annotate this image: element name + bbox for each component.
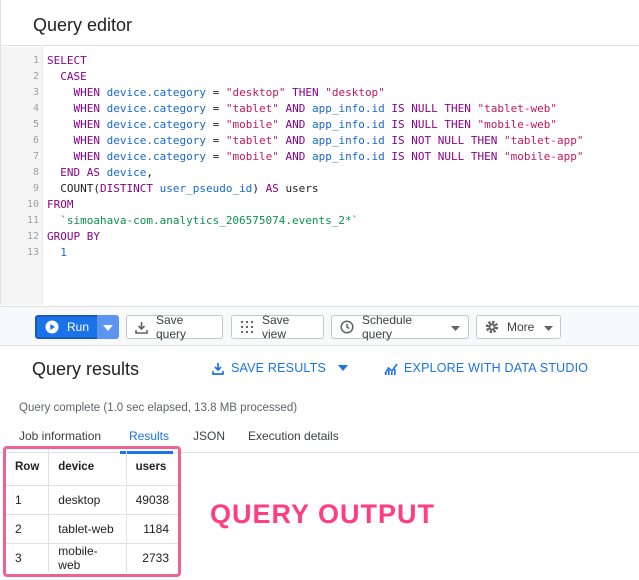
tab-execution-details[interactable]: Execution details xyxy=(248,429,339,443)
code-text: 1 xyxy=(60,246,67,259)
line-number: 12 xyxy=(26,231,39,242)
code-text: FROM xyxy=(47,198,74,211)
schedule-query-label: Schedule query xyxy=(362,313,413,341)
line-number: 5 xyxy=(32,119,39,130)
column-header-device: device xyxy=(48,449,127,486)
caret-down-icon xyxy=(103,320,113,334)
chart-icon xyxy=(384,362,398,375)
results-table: Row device users 1 desktop 49038 2 table… xyxy=(6,449,178,572)
line-number: 7 xyxy=(32,151,39,162)
table-row: 3 mobile-web 2733 xyxy=(6,543,178,572)
play-icon xyxy=(45,320,59,334)
code-text: SELECT xyxy=(47,54,87,67)
line-number: 10 xyxy=(26,199,39,210)
row-number-cell: 1 xyxy=(6,485,50,515)
line-number: 9 xyxy=(32,183,39,194)
caret-down-icon xyxy=(338,365,349,371)
row-number-cell: 2 xyxy=(6,514,50,544)
users-cell: 1184 xyxy=(126,514,178,544)
code-line: 9 COUNT(DISTINCT user_pseudo_id) AS user… xyxy=(1,181,639,197)
column-header-row: Row xyxy=(6,449,50,486)
code-editor[interactable]: 1 SELECT 2 CASE 3 WHEN device.category = "d… xyxy=(1,47,639,305)
editor-toolbar: Run Save query Save view Schedule query … xyxy=(0,306,639,346)
line-number: 2 xyxy=(32,71,39,82)
code-text: WHEN device.category = "tablet" AND app_… xyxy=(73,102,558,115)
schedule-query-button[interactable]: Schedule query xyxy=(331,313,469,341)
table-row: 1 desktop 49038 xyxy=(6,485,178,515)
code-line: 8 END AS device, xyxy=(1,165,639,181)
save-results-button[interactable]: SAVE RESULTS xyxy=(212,361,349,375)
code-line: 13 1 xyxy=(1,245,639,261)
editor-title: Query editor xyxy=(33,15,133,35)
clock-icon xyxy=(340,320,354,334)
line-number: 1 xyxy=(32,55,39,66)
results-header: Query results SAVE RESULTS EXPLORE WITH … xyxy=(0,347,639,391)
grid-view-icon xyxy=(240,320,254,334)
tab-json[interactable]: JSON xyxy=(193,429,225,443)
code-line: 5 WHEN device.category = "mobile" AND ap… xyxy=(1,117,639,133)
download-icon xyxy=(212,362,224,375)
table-row: 2 tablet-web 1184 xyxy=(6,514,178,544)
run-button[interactable]: Run xyxy=(35,315,99,339)
caret-down-icon xyxy=(451,320,460,334)
save-query-button[interactable]: Save query xyxy=(126,313,223,341)
code-line: 11 `simoahava-com.analytics_206575074.ev… xyxy=(1,213,639,229)
run-options-dropdown[interactable] xyxy=(97,315,119,339)
query-editor-panel: Query editor 1 SELECT 2 CASE 3 WHEN device.… xyxy=(0,0,639,305)
editor-title-bar: Query editor xyxy=(1,0,639,46)
code-text: WHEN device.category = "tablet" AND app_… xyxy=(73,134,584,147)
code-text: GROUP BY xyxy=(47,230,100,243)
query-status: Query complete (1.0 sec elapsed, 13.8 MB… xyxy=(19,402,298,414)
explore-label: EXPLORE WITH DATA STUDIO xyxy=(404,361,589,375)
device-cell: tablet-web xyxy=(48,514,127,544)
code-text: END AS device, xyxy=(60,166,153,179)
results-title: Query results xyxy=(32,359,140,379)
device-cell: desktop xyxy=(48,485,127,515)
code-line: 10 FROM xyxy=(1,197,639,213)
code-text: WHEN device.category = "desktop" THEN "d… xyxy=(73,86,385,99)
line-number: 4 xyxy=(32,103,39,114)
column-header-users: users xyxy=(126,449,178,486)
more-label: More xyxy=(507,320,535,334)
code-text: `simoahava-com.analytics_206575074.event… xyxy=(60,214,359,227)
users-cell: 49038 xyxy=(126,485,178,515)
code-text: WHEN device.category = "mobile" AND app_… xyxy=(73,150,584,163)
line-number: 13 xyxy=(26,247,39,258)
query-output-annotation: QUERY OUTPUT xyxy=(210,499,436,529)
more-button[interactable]: More xyxy=(476,315,561,339)
code-line: 1 SELECT xyxy=(1,53,639,69)
gear-icon xyxy=(485,320,499,334)
table-header-row: Row device users xyxy=(6,449,178,486)
row-number-cell: 3 xyxy=(6,543,50,572)
download-icon xyxy=(135,321,148,334)
code-line: 2 CASE xyxy=(1,69,639,85)
line-number: 11 xyxy=(26,215,39,226)
code-line: 6 WHEN device.category = "tablet" AND ap… xyxy=(1,133,639,149)
line-number: 8 xyxy=(32,167,39,178)
tab-job-information[interactable]: Job information xyxy=(19,429,101,443)
device-cell: mobile-web xyxy=(48,543,127,572)
run-label: Run xyxy=(67,320,90,334)
caret-down-icon xyxy=(544,320,554,334)
results-panel: Query complete (1.0 sec elapsed, 13.8 MB… xyxy=(0,391,639,580)
line-number: 3 xyxy=(32,87,39,98)
code-text: WHEN device.category = "mobile" AND app_… xyxy=(73,118,558,131)
save-results-label: SAVE RESULTS xyxy=(231,361,327,375)
explore-data-studio-button[interactable]: EXPLORE WITH DATA STUDIO xyxy=(384,361,588,375)
results-table-highlight: Row device users 1 desktop 49038 2 table… xyxy=(3,446,181,577)
code-line: 12 GROUP BY xyxy=(1,229,639,245)
save-view-label: Save view xyxy=(262,313,290,341)
line-number: 6 xyxy=(32,135,39,146)
code-line: 3 WHEN device.category = "desktop" THEN … xyxy=(1,85,639,101)
code-text: COUNT(DISTINCT user_pseudo_id) AS users xyxy=(47,182,319,195)
save-query-label: Save query xyxy=(156,313,187,341)
tab-results[interactable]: Results xyxy=(129,429,169,443)
code-line: 7 WHEN device.category = "mobile" AND ap… xyxy=(1,149,639,165)
users-cell: 2733 xyxy=(142,550,169,565)
code-text: CASE xyxy=(60,70,87,83)
code-line: 4 WHEN device.category = "tablet" AND ap… xyxy=(1,101,639,117)
save-view-button[interactable]: Save view xyxy=(231,313,324,341)
